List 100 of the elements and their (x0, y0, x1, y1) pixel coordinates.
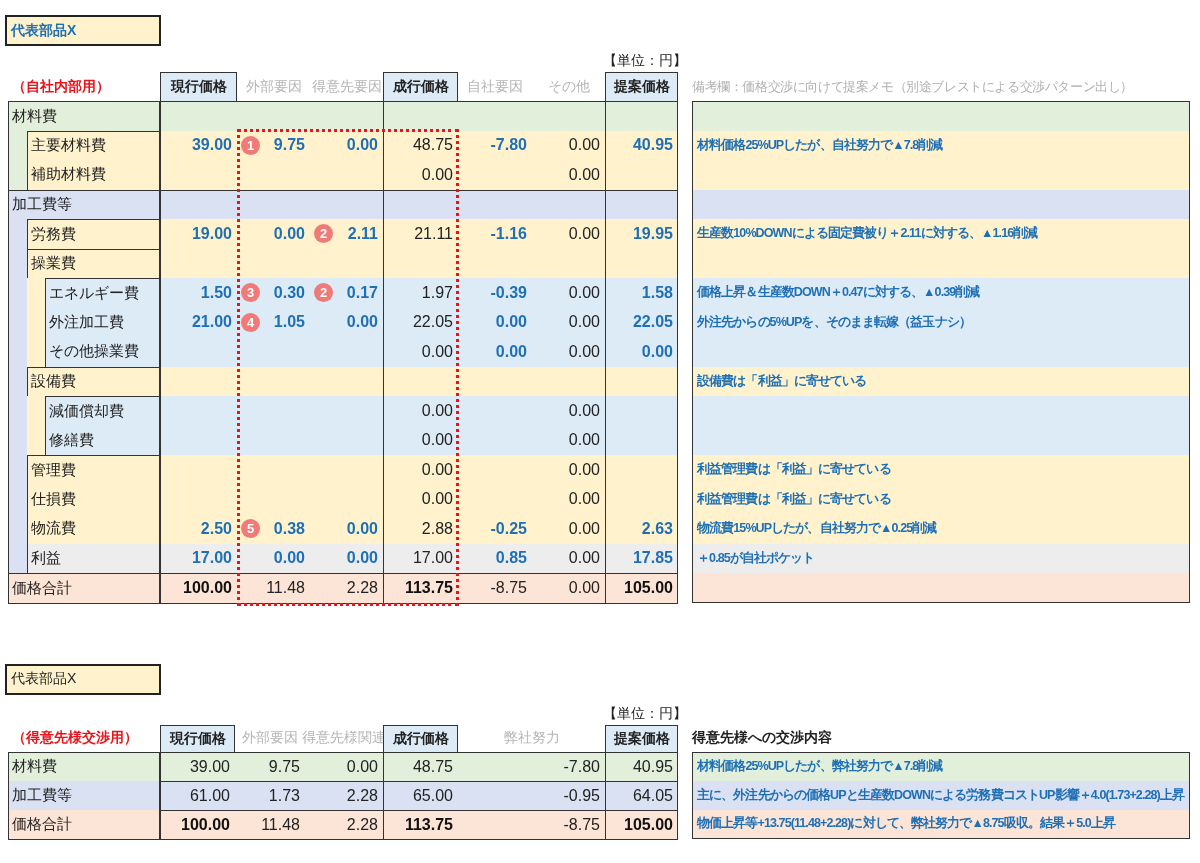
unit-label: 【単位：円】 (603, 704, 678, 723)
number-badge: 4 (241, 312, 260, 332)
column-header: 外部要因 (244, 76, 303, 96)
cell-value: 0.00 (346, 549, 378, 568)
cell-value: 21.11 (414, 224, 453, 243)
cell-value: 9.75 (268, 757, 300, 776)
cell-value: 40.95 (632, 136, 673, 155)
cell-value: 2.50 (200, 519, 232, 538)
cell-value: 65.00 (412, 786, 453, 805)
column-header: 外部要因 (241, 728, 299, 747)
remarks-heading: 備考欄：価格交渉に向けて提案メモ（別途ブレストによる交渉パターン出し） (692, 77, 1134, 96)
column-header: 現行価格 (160, 724, 235, 752)
remark-cell: 生産数10%DOWNによる固定費被り＋2.11に対する、▲1.16削減 (692, 219, 1190, 249)
cell-value: 0.00 (568, 224, 600, 243)
remark-cell: 外注先からの5%UPを、そのまま転嫁（益玉ナシ） (692, 307, 1190, 337)
cell-value: 0.30 (273, 283, 305, 302)
cell-value: 48.75 (412, 757, 453, 776)
remark-cell: 物流費15%UPしたが、自社努力で▲0.25削減 (692, 514, 1190, 544)
cell-value: 0.38 (273, 519, 305, 538)
row-label: 加工費等 (9, 189, 159, 219)
number-badge: 2 (314, 224, 333, 244)
remark-cell: 利益管理費は「利益」に寄せている (692, 455, 1190, 485)
cell-value: 64.05 (632, 786, 673, 805)
cell-value: 2.28 (346, 815, 378, 834)
cell-value: 39.00 (189, 757, 230, 776)
cell-value: 0.00 (568, 313, 600, 332)
cell-value: 21.00 (191, 313, 232, 332)
remark-cell: 利益管理費は「利益」に寄せている (692, 484, 1190, 514)
cell-value: 0.00 (495, 342, 527, 361)
cell-value: 100.00 (183, 579, 232, 598)
cell-value: 0.00 (568, 519, 600, 538)
remark-cell: ＋0.85が自社ポケット (692, 543, 1190, 573)
cell-value: -1.16 (490, 224, 527, 243)
cell-value: 17.00 (191, 549, 232, 568)
cell-value: 2.88 (421, 519, 453, 538)
cell-value: -0.25 (490, 519, 527, 538)
remark-cell: 材料価格25%UPしたが、自社努力で▲7.8削減 (692, 130, 1190, 160)
cell-value: 17.85 (632, 549, 673, 568)
cell-value: 1.73 (268, 786, 300, 805)
column-header: 提案価格 (605, 724, 678, 752)
indent-band (27, 337, 45, 367)
number-badge: 3 (241, 283, 260, 303)
row-label: 減価償却費 (45, 396, 159, 426)
cell-value: 2.63 (641, 519, 673, 538)
remark-cell: 設備費は「利益」に寄せている (692, 366, 1190, 396)
cell-value: 0.00 (346, 757, 378, 776)
cell-value: 105.00 (624, 815, 673, 834)
cell-value: -8.75 (490, 579, 527, 598)
remark-cell: 材料価格25%UPしたが、弊社努力で▲7.8削減 (692, 751, 1190, 781)
row-label: 操業費 (27, 248, 159, 278)
row-label: 価格合計 (9, 809, 159, 839)
row-label: 労務費 (27, 219, 159, 249)
cell-value: 48.75 (412, 136, 453, 155)
number-badge: 1 (241, 135, 260, 155)
cell-value: 19.00 (191, 224, 232, 243)
row-label: 物流費 (27, 514, 159, 544)
row-label: 利益 (27, 543, 159, 573)
cell-value: 0.00 (421, 431, 453, 450)
cell-value: 0.00 (568, 136, 600, 155)
cell-value: -0.95 (563, 786, 600, 805)
cell-value: 0.00 (346, 313, 378, 332)
column-header: 成行価格 (383, 72, 458, 101)
cell-value: 11.48 (266, 579, 305, 598)
cell-value: -0.39 (490, 283, 527, 302)
cell-value: 0.00 (568, 401, 600, 420)
cell-value: 113.75 (404, 579, 453, 598)
cell-value: -7.80 (563, 757, 600, 776)
row-label: 主要材料費 (27, 130, 159, 160)
row-label: 修繕費 (45, 425, 159, 455)
cell-value: 1.97 (421, 283, 453, 302)
cell-value: 0.00 (568, 579, 600, 598)
unit-label: 【単位：円】 (603, 52, 678, 70)
cell-value: 105.00 (624, 579, 673, 598)
row-label: 材料費 (9, 101, 159, 131)
remark-cell: 価格上昇＆生産数DOWN＋0.47に対する、▲0.39削減 (692, 278, 1190, 308)
indent-band (9, 160, 27, 190)
cell-value: 2.11 (347, 224, 378, 243)
cell-value: 1.50 (200, 283, 232, 302)
cell-value: 0.85 (495, 549, 527, 568)
cell-value: 0.00 (568, 283, 600, 302)
cell-value: 0.00 (421, 165, 453, 184)
cell-value: 11.48 (261, 815, 300, 834)
cell-value: 0.00 (495, 313, 527, 332)
column-header: 現行価格 (160, 72, 237, 101)
cell-value: 0.00 (273, 549, 305, 568)
cell-value: 0.00 (421, 342, 453, 361)
cell-value: 100.00 (181, 815, 230, 834)
cell-value: 17.00 (412, 549, 453, 568)
cell-value: 0.00 (568, 490, 600, 509)
row-label: 価格合計 (9, 573, 159, 603)
cell-value: 39.00 (191, 136, 232, 155)
row-label: 管理費 (27, 455, 159, 485)
cell-value: 22.05 (412, 313, 453, 332)
cell-value: 19.95 (632, 224, 673, 243)
cell-value: 22.05 (632, 313, 673, 332)
cell-value: 0.00 (568, 431, 600, 450)
column-header: 得意先要因 (310, 76, 383, 96)
cell-value: 0.00 (568, 165, 600, 184)
part-name-field: 代表部品X (5, 663, 161, 695)
cell-value: 0.00 (346, 136, 378, 155)
